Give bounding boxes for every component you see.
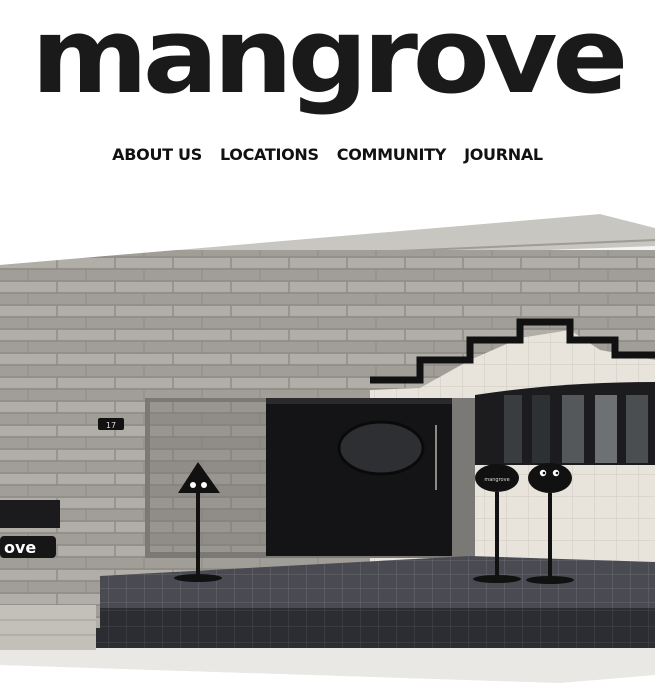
nav-community[interactable]: COMMUNITY: [337, 145, 447, 164]
logo-wordmark: mangrove: [31, 0, 629, 117]
hanging-sign-text: ove: [4, 538, 36, 557]
stand-sign-text: mangrove: [484, 477, 509, 483]
hero-image: ove 17 mangrove: [0, 210, 655, 683]
nav-about-us[interactable]: ABOUT US: [112, 145, 202, 164]
door-number: 17: [106, 421, 116, 430]
main-nav: ABOUT US LOCATIONS COMMUNITY JOURNAL: [0, 145, 655, 164]
building-facade-photo: ove 17 mangrove: [0, 214, 655, 683]
nav-locations[interactable]: LOCATIONS: [220, 145, 319, 164]
site-logo[interactable]: mangrove: [0, 0, 655, 120]
nav-journal[interactable]: JOURNAL: [464, 145, 543, 164]
